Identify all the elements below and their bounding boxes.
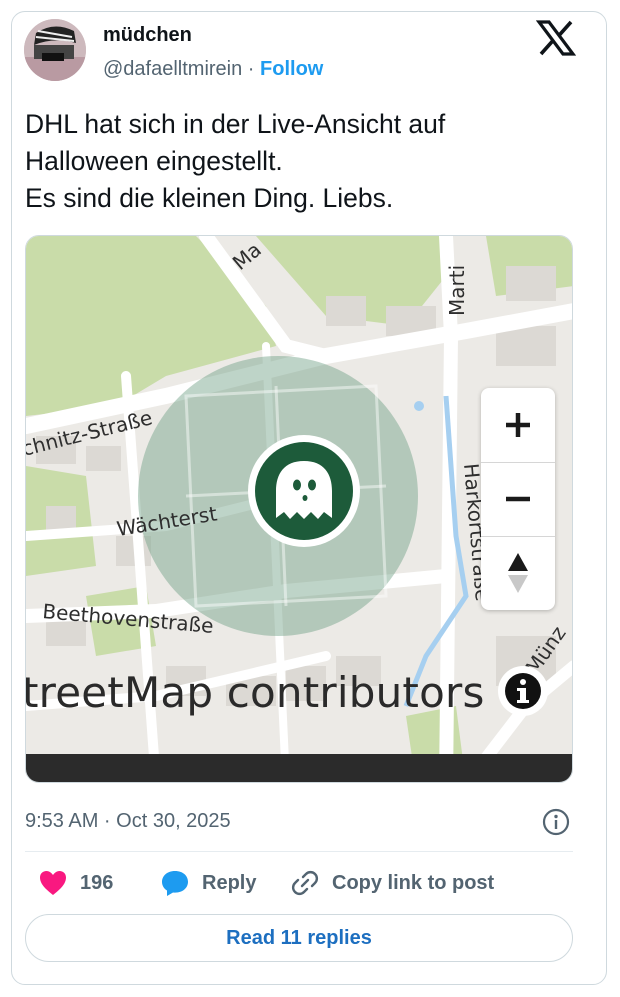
heart-icon <box>40 871 66 895</box>
copy-link-button[interactable]: Copy link to post <box>290 868 494 898</box>
compass-button[interactable] <box>481 536 555 610</box>
street-label: Marti <box>445 265 469 316</box>
tweet-text: DHL hat sich in der Live-Ansicht auf Hal… <box>25 106 565 217</box>
map-attribution: treetMap contributors <box>25 668 485 717</box>
reply-bubble-icon <box>162 871 188 896</box>
minus-icon <box>506 496 530 502</box>
ghost-marker[interactable] <box>248 435 360 547</box>
map-footer-bar <box>26 754 572 782</box>
read-replies-button[interactable]: Read 11 replies <box>25 914 573 962</box>
timestamp[interactable]: 9:53 AM · Oct 30, 2025 <box>25 810 231 833</box>
link-icon <box>291 870 319 896</box>
reply-button[interactable]: Reply <box>160 868 256 898</box>
copy-link-label: Copy link to post <box>332 871 495 894</box>
divider <box>25 851 573 852</box>
reply-label: Reply <box>202 871 257 894</box>
info-icon <box>505 673 541 709</box>
user-handle[interactable]: @dafaelltmirein <box>103 58 242 80</box>
like-count: 196 <box>80 871 114 894</box>
info-icon[interactable] <box>542 808 570 836</box>
display-name[interactable]: müdchen <box>103 24 192 47</box>
zoom-in-button[interactable] <box>481 388 555 462</box>
compass-icon <box>508 553 528 593</box>
tweet-line: DHL hat sich in der Live-Ansicht auf <box>25 109 446 139</box>
x-logo-icon[interactable] <box>535 18 577 58</box>
handle-row: @dafaelltmirein · Follow <box>103 58 323 81</box>
tweet-line: Halloween eingestellt. <box>25 146 283 176</box>
plus-icon <box>506 413 530 437</box>
map-info-button[interactable] <box>498 666 548 716</box>
ghost-icon <box>276 461 332 519</box>
zoom-control <box>481 388 555 610</box>
map-embed[interactable]: chnitz-Straße Wächterst Beethovenstraße … <box>25 235 573 783</box>
follow-button[interactable]: Follow <box>260 58 323 80</box>
tweet-line: Es sind die kleinen Ding. Liebs. <box>25 183 394 213</box>
zoom-out-button[interactable] <box>481 462 555 536</box>
separator: · <box>242 58 261 80</box>
avatar[interactable] <box>24 19 86 81</box>
like-button[interactable]: 196 <box>38 868 113 898</box>
